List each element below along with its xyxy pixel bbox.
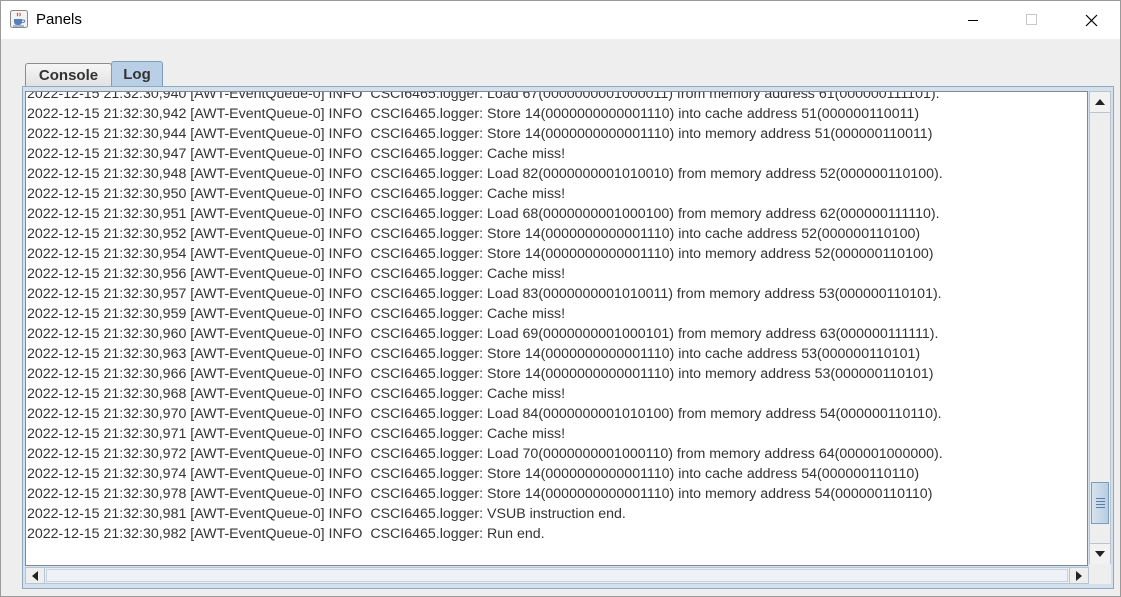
maximize-button[interactable]	[1003, 1, 1061, 39]
log-lines: 2022-12-15 21:32:30,940 [AWT-EventQueue-…	[27, 91, 943, 544]
log-line: 2022-12-15 21:32:30,972 [AWT-EventQueue-…	[27, 446, 943, 462]
log-line: 2022-12-15 21:32:30,948 [AWT-EventQueue-…	[27, 166, 943, 182]
scroll-down-button[interactable]	[1090, 543, 1110, 564]
maximize-icon	[1026, 14, 1037, 25]
arrow-down-icon	[1095, 551, 1105, 557]
vertical-scroll-thumb[interactable]	[1091, 482, 1109, 524]
close-icon	[1085, 14, 1097, 26]
arrow-right-icon	[1076, 570, 1082, 581]
title-bar[interactable]: Panels	[1, 1, 1120, 39]
app-window: Panels Console Log 2022-12-15 21:32:30,9…	[0, 0, 1121, 597]
log-line: 2022-12-15 21:32:30,951 [AWT-EventQueue-…	[27, 206, 940, 222]
log-line: 2022-12-15 21:32:30,968 [AWT-EventQueue-…	[27, 386, 566, 402]
tab-console[interactable]: Console	[25, 63, 112, 86]
log-line: 2022-12-15 21:32:30,954 [AWT-EventQueue-…	[27, 246, 934, 262]
log-line: 2022-12-15 21:32:30,952 [AWT-EventQueue-…	[27, 226, 921, 242]
scroll-up-button[interactable]	[1090, 92, 1110, 113]
log-line: 2022-12-15 21:32:30,940 [AWT-EventQueue-…	[27, 91, 940, 102]
vertical-scrollbar[interactable]	[1089, 91, 1111, 565]
scroll-corner	[1089, 564, 1111, 584]
arrow-left-icon	[32, 570, 38, 581]
minimize-button[interactable]	[944, 1, 1002, 39]
log-line: 2022-12-15 21:32:30,959 [AWT-EventQueue-…	[27, 306, 566, 322]
scroll-right-button[interactable]	[1069, 568, 1088, 583]
horizontal-scroll-thumb[interactable]	[46, 569, 1068, 582]
log-line: 2022-12-15 21:32:30,978 [AWT-EventQueue-…	[27, 486, 933, 502]
log-text-area[interactable]: 2022-12-15 21:32:30,940 [AWT-EventQueue-…	[25, 91, 1088, 566]
tab-log[interactable]: Log	[111, 61, 163, 87]
log-line: 2022-12-15 21:32:30,957 [AWT-EventQueue-…	[27, 286, 942, 302]
log-line: 2022-12-15 21:32:30,942 [AWT-EventQueue-…	[27, 106, 920, 122]
log-line: 2022-12-15 21:32:30,971 [AWT-EventQueue-…	[27, 426, 566, 442]
log-line: 2022-12-15 21:32:30,963 [AWT-EventQueue-…	[27, 346, 921, 362]
log-line: 2022-12-15 21:32:30,982 [AWT-EventQueue-…	[27, 526, 545, 542]
log-line: 2022-12-15 21:32:30,947 [AWT-EventQueue-…	[27, 146, 566, 162]
log-line: 2022-12-15 21:32:30,960 [AWT-EventQueue-…	[27, 326, 939, 342]
scroll-left-button[interactable]	[26, 568, 45, 583]
log-line: 2022-12-15 21:32:30,944 [AWT-EventQueue-…	[27, 126, 933, 142]
log-line: 2022-12-15 21:32:30,966 [AWT-EventQueue-…	[27, 366, 934, 382]
horizontal-scrollbar[interactable]	[25, 567, 1089, 584]
log-line: 2022-12-15 21:32:30,981 [AWT-EventQueue-…	[27, 506, 626, 522]
log-line: 2022-12-15 21:32:30,970 [AWT-EventQueue-…	[27, 406, 942, 422]
arrow-up-icon	[1095, 99, 1105, 105]
java-cup-icon	[10, 10, 28, 28]
close-button[interactable]	[1062, 1, 1120, 39]
grip-icon	[1095, 496, 1105, 510]
log-line: 2022-12-15 21:32:30,956 [AWT-EventQueue-…	[27, 266, 566, 282]
window-title: Panels	[36, 11, 82, 28]
minimize-icon	[968, 20, 978, 21]
log-line: 2022-12-15 21:32:30,950 [AWT-EventQueue-…	[27, 186, 566, 202]
log-line: 2022-12-15 21:32:30,974 [AWT-EventQueue-…	[27, 466, 920, 482]
